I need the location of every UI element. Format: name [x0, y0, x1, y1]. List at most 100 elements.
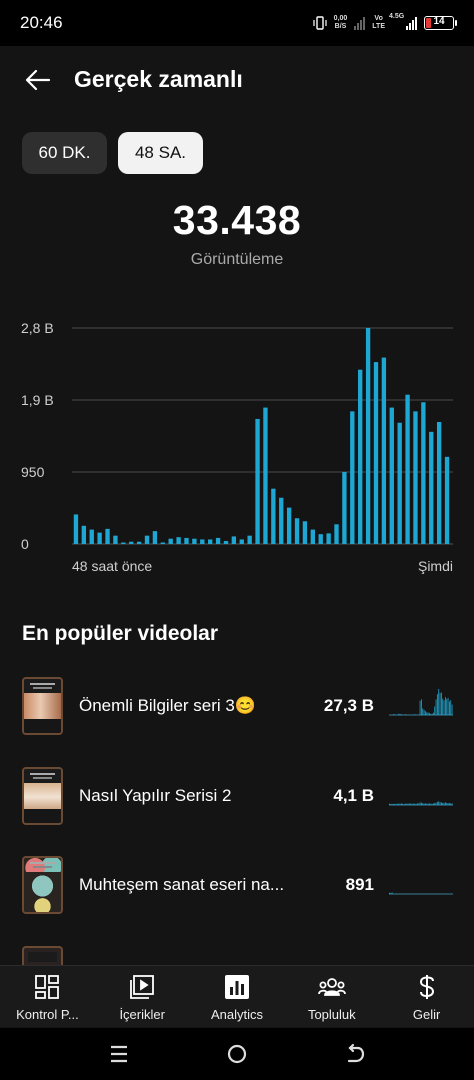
status-icons: 0,00 B/S Vo LTE 4.5G 14	[313, 12, 457, 34]
sparkline-bar	[411, 803, 413, 805]
chart-x-start-label: 48 saat önce	[72, 558, 152, 574]
chart-bar	[105, 528, 110, 544]
chart-bar	[373, 362, 379, 544]
sparkline-bar	[421, 802, 422, 805]
nav-label-earn: Gelir	[412, 1007, 441, 1022]
nav-item-earn[interactable]: Gelir	[379, 966, 474, 1027]
nav-item-analytics[interactable]: Analytics	[190, 966, 285, 1027]
nav-item-community[interactable]: Topluluk	[284, 966, 379, 1027]
chart-bar	[160, 542, 165, 544]
chart-bar	[302, 521, 308, 544]
community-icon	[317, 978, 346, 996]
sparkline-bar	[409, 803, 410, 805]
sparkline-bar	[449, 803, 450, 805]
chart-bar	[184, 537, 189, 544]
sparkline-bar	[434, 706, 436, 715]
nav-item-content[interactable]: İçerikler	[95, 966, 190, 1027]
sparkline-bar	[422, 708, 424, 715]
chart-bar	[89, 529, 94, 544]
chart-y-tick-label: 1,9 B	[21, 392, 54, 408]
system-home-button[interactable]	[225, 1042, 249, 1066]
sparkline-bar	[419, 802, 421, 805]
video-sparkline-3	[389, 892, 453, 895]
chart-y-tick-label: 950	[21, 464, 45, 480]
video-title-1: Önemli Bilgiler seri 3😊	[79, 696, 257, 715]
back-arrow-icon	[347, 1043, 365, 1063]
sparkline-bar	[405, 714, 406, 715]
video-row-3[interactable]: Muhteşem sanat eseri na... 891	[0, 856, 474, 916]
video-thumbnail-4-partial[interactable]	[22, 946, 63, 966]
sparkline-bar	[449, 701, 450, 715]
sparkline-bar	[417, 803, 418, 805]
chart-bar	[223, 540, 229, 544]
sparkline-bar	[395, 803, 397, 805]
chart-bar	[342, 472, 347, 544]
system-navigation-bar	[0, 1028, 474, 1080]
back-button[interactable]	[22, 66, 54, 94]
video-thumbnail-3	[22, 856, 63, 914]
sparkline-bar	[450, 803, 452, 805]
sparkline-bar	[441, 802, 442, 805]
sparkline-bar	[451, 704, 453, 715]
chart-bar	[421, 402, 426, 544]
chart-bar	[247, 535, 252, 544]
total-views-value: 33.438	[172, 197, 302, 243]
sparkline-bar	[390, 892, 392, 894]
sparkline-bar	[430, 713, 432, 715]
sparkline-bar	[431, 803, 433, 805]
sparkline-bar	[423, 709, 425, 715]
sparkline-bar	[410, 803, 412, 805]
chart-bar	[358, 369, 363, 544]
sparkline-bar	[433, 712, 434, 715]
signal-strength-2: 4.5G	[389, 13, 417, 30]
sparkline-bar	[398, 713, 400, 715]
chart-y-tick-label: 0	[21, 536, 29, 552]
system-back-button[interactable]	[343, 1042, 367, 1066]
chart-bar	[436, 421, 442, 544]
sparkline-bar	[437, 694, 438, 715]
sparkline-bar	[435, 699, 437, 715]
range-chip-60-min[interactable]: 60 DK.	[22, 132, 107, 174]
chart-bar	[310, 529, 315, 544]
earn-icon	[419, 975, 434, 999]
sparkline-bar	[427, 803, 429, 805]
chart-bar	[215, 537, 221, 544]
nav-item-dashboard[interactable]: Kontrol P...	[0, 966, 95, 1027]
video-sparkline-1	[389, 689, 453, 716]
video-views-3: 891	[345, 875, 374, 894]
sparkline-bar	[446, 802, 448, 805]
video-row-1[interactable]: Önemli Bilgiler seri 3😊 27,3 B	[0, 677, 474, 737]
sparkline-bar	[446, 699, 448, 715]
sparkline-bar	[414, 803, 416, 805]
sparkline-bar	[402, 803, 404, 805]
sparkline-bar	[445, 697, 446, 715]
system-menu-button[interactable]	[107, 1042, 131, 1066]
app-header: Gerçek zamanlı	[0, 46, 474, 116]
chart-bar	[318, 534, 323, 544]
sparkline-bar	[407, 803, 409, 805]
total-views-label: Görüntüleme	[190, 251, 284, 268]
sparkline-bar	[406, 803, 408, 805]
sparkline-bar	[421, 699, 422, 715]
sparkline-bar	[442, 698, 444, 715]
sparkline-bar	[438, 689, 440, 715]
video-title-3: Muhteşem sanat eseri na...	[79, 875, 285, 894]
chart-bar	[334, 524, 339, 544]
chart-bar	[144, 535, 150, 544]
video-row-2[interactable]: Nasıl Yapılır Serisi 2 4,1 B	[0, 767, 474, 827]
battery-level: 14	[433, 16, 445, 27]
sparkline-bar	[398, 803, 400, 805]
video-thumbnail-2	[22, 767, 63, 825]
video-title-2: Nasıl Yapılır Serisi 2	[79, 786, 232, 805]
chart-bar	[350, 411, 355, 544]
sparkline-bar	[415, 803, 417, 805]
sparkline-bar	[430, 803, 432, 805]
dashboard-icon	[35, 975, 60, 999]
range-chip-48-hours[interactable]: 48 SA.	[118, 132, 203, 174]
status-bar: 20:46 0,00 B/S Vo LTE 4.5G 14	[0, 0, 474, 46]
chart-bar	[326, 533, 331, 544]
sparkline-bar	[389, 803, 390, 805]
video-views-2: 4,1 B	[333, 786, 374, 805]
chart-bar	[429, 431, 434, 544]
chart-bar	[192, 538, 197, 544]
